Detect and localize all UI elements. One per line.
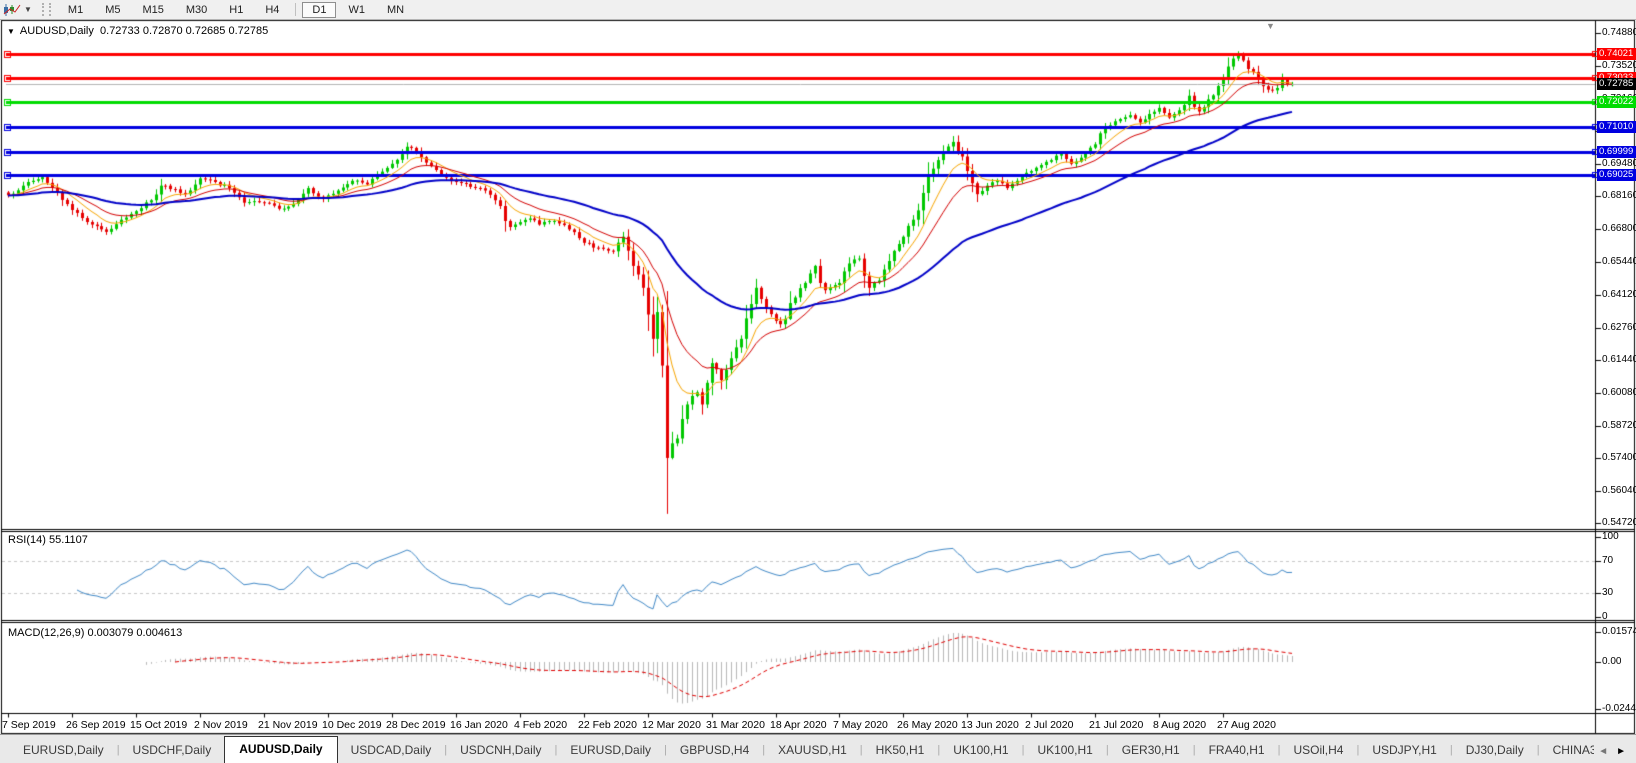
toolbar: ▼ M1 M5 M15 M30 H1 H4 D1 W1 MN (0, 0, 1636, 20)
chart-title: ▼ AUDUSD,Daily 0.72733 0.72870 0.72685 0.… (7, 25, 268, 37)
chart-symbol: AUDUSD,Daily (19, 25, 94, 37)
date-tick-label: 4 Feb 2020 (514, 719, 568, 731)
symbol-tabbar: EURUSD,Daily | USDCHF,Daily AUDUSD,Daily USD… (0, 734, 1636, 763)
tab-usdjpy-h1[interactable]: USDJPY,H1 (1359, 738, 1449, 763)
hline-price-label: 0.72022 (1597, 96, 1636, 108)
date-tick-label: 7 May 2020 (833, 719, 888, 731)
timeframe-m30[interactable]: M30 (176, 2, 217, 18)
chart-shift-marker-icon: ▼ (1266, 21, 1275, 31)
tab-scroll-controls: ◄ ► (1594, 746, 1636, 763)
tab-eurusd-daily[interactable]: EURUSD,Daily (557, 738, 664, 763)
price-tick-label: 0.65440 (1602, 256, 1636, 267)
date-tick-label: 26 May 2020 (897, 719, 958, 731)
hline-price-label: 0.74021 (1597, 48, 1636, 60)
toolbar-separator (41, 3, 51, 16)
current-price-label: 0.72785 (1597, 78, 1636, 90)
chart-dropdown-icon[interactable]: ▼ (7, 27, 15, 36)
chart-canvas[interactable] (0, 0, 1636, 762)
price-tick-label: 0.58720 (1602, 420, 1636, 431)
chart-tool-icon[interactable] (3, 2, 23, 17)
date-tick-label: 12 Mar 2020 (642, 719, 701, 731)
rsi-label: RSI(14) 55.1107 (8, 534, 88, 546)
timeframe-h4[interactable]: H4 (255, 2, 289, 18)
timeframe-mn[interactable]: MN (377, 2, 414, 18)
price-tick-label: 0.69480 (1602, 158, 1636, 169)
price-tick-label: 0.62760 (1602, 322, 1636, 333)
date-tick-label: 22 Feb 2020 (578, 719, 637, 731)
tab-xauusd-h1[interactable]: XAUUSD,H1 (765, 738, 860, 763)
rsi-level-label: 0 (1602, 611, 1608, 622)
timeframe-m1[interactable]: M1 (58, 2, 93, 18)
macd-level-label: -0.02441 (1602, 703, 1636, 714)
macd-label: MACD(12,26,9) 0.003079 0.004613 (8, 627, 183, 639)
tab-usdchf-daily[interactable]: USDCHF,Daily (120, 738, 225, 763)
hline-price-label: 0.69025 (1597, 169, 1636, 181)
date-tick-label: 21 Jul 2020 (1089, 719, 1144, 731)
date-tick-label: 16 Jan 2020 (450, 719, 508, 731)
macd-level-label: 0.01574 (1602, 626, 1636, 637)
timeframe-d1[interactable]: D1 (302, 1, 337, 18)
date-tick-label: 21 Nov 2019 (258, 719, 318, 731)
tab-audusd-daily[interactable]: AUDUSD,Daily (224, 736, 338, 763)
timeframe-m15[interactable]: M15 (132, 2, 173, 18)
rsi-level-label: 70 (1602, 555, 1614, 566)
price-tick-label: 0.57400 (1602, 452, 1636, 463)
date-tick-label: 15 Oct 2019 (130, 719, 188, 731)
tab-china300-h1[interactable]: CHINA300,H1 (1540, 738, 1595, 763)
date-tick-label: 26 Sep 2019 (66, 719, 126, 731)
price-tick-label: 0.73520 (1602, 60, 1636, 71)
tab-usdcad-daily[interactable]: USDCAD,Daily (338, 738, 445, 763)
date-tick-label: 8 Aug 2020 (1153, 719, 1207, 731)
price-tick-label: 0.66800 (1602, 223, 1636, 234)
tab-usoil-h4[interactable]: USOil,H4 (1280, 738, 1356, 763)
hline-price-label: 0.71010 (1597, 121, 1636, 133)
tab-scroll-right-icon[interactable]: ► (1616, 746, 1626, 757)
price-tick-label: 0.60080 (1602, 387, 1636, 398)
timeframe-h1[interactable]: H1 (219, 2, 253, 18)
tab-gbpusd-h4[interactable]: GBPUSD,H4 (667, 738, 762, 763)
chevron-down-icon[interactable]: ▼ (24, 5, 32, 14)
date-tick-label: 27 Aug 2020 (1217, 719, 1276, 731)
date-tick-label: 2 Jul 2020 (1025, 719, 1074, 731)
date-tick-label: 7 Sep 2019 (2, 719, 56, 731)
macd-level-label: 0.00 (1602, 656, 1622, 667)
rsi-level-label: 30 (1602, 587, 1614, 598)
date-tick-label: 10 Dec 2019 (322, 719, 382, 731)
price-tick-label: 0.68160 (1602, 190, 1636, 201)
tab-usdcnh-daily[interactable]: USDCNH,Daily (447, 738, 554, 763)
tab-uk100-h1[interactable]: UK100,H1 (940, 738, 1021, 763)
price-tick-label: 0.61440 (1602, 354, 1636, 365)
date-tick-label: 2 Nov 2019 (194, 719, 248, 731)
timeframe-buttons: M1 M5 M15 M30 H1 H4 D1 W1 MN (57, 1, 415, 18)
hline-price-label: 0.69999 (1597, 146, 1636, 158)
chart-ohlc: 0.72733 0.72870 0.72685 0.72785 (100, 25, 269, 37)
toolbar-group-separator (295, 3, 297, 16)
tab-scroll-left-icon[interactable]: ◄ (1598, 746, 1608, 757)
tab-hk50-h1[interactable]: HK50,H1 (863, 738, 938, 763)
date-tick-label: 18 Apr 2020 (770, 719, 827, 731)
symbol-tabs: EURUSD,Daily | USDCHF,Daily AUDUSD,Daily USD… (0, 735, 1594, 763)
timeframe-m5[interactable]: M5 (95, 2, 130, 18)
date-tick-label: 13 Jun 2020 (961, 719, 1019, 731)
tab-dj30-daily[interactable]: DJ30,Daily (1453, 738, 1537, 763)
rsi-level-label: 100 (1602, 531, 1619, 542)
tab-ger30-h1[interactable]: GER30,H1 (1109, 738, 1193, 763)
timeframe-w1[interactable]: W1 (338, 2, 375, 18)
tab-eurusd-daily[interactable]: EURUSD,Daily (10, 738, 117, 763)
price-tick-label: 0.64120 (1602, 289, 1636, 300)
price-tick-label: 0.54720 (1602, 517, 1636, 528)
date-tick-label: 28 Dec 2019 (386, 719, 446, 731)
tab-fra40-h1[interactable]: FRA40,H1 (1196, 738, 1278, 763)
date-tick-label: 31 Mar 2020 (706, 719, 765, 731)
tab-uk100-h1[interactable]: UK100,H1 (1024, 738, 1105, 763)
price-tick-label: 0.56040 (1602, 485, 1636, 496)
price-tick-label: 0.74880 (1602, 27, 1636, 38)
